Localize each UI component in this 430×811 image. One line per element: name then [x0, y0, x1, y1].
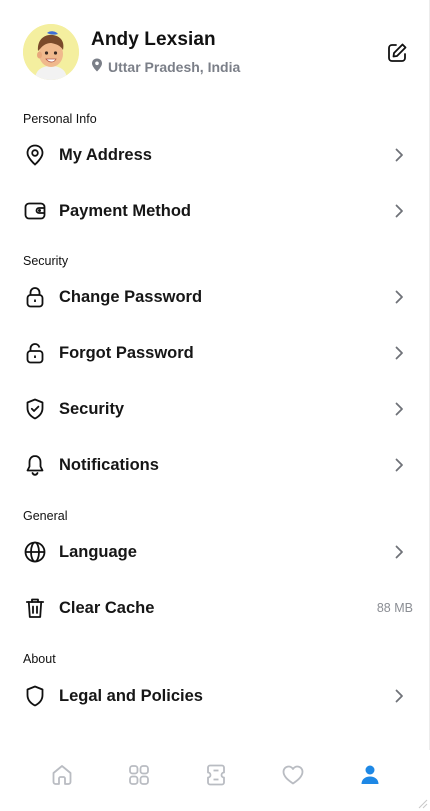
menu-item-change-password[interactable]: Change Password — [23, 277, 407, 317]
shield-check-icon — [23, 397, 47, 421]
profile-location: Uttar Pradesh, India — [91, 58, 240, 75]
section-title-about: About — [23, 652, 56, 666]
chevron-right-icon — [391, 345, 407, 361]
heart-icon — [281, 763, 305, 792]
wallet-icon — [23, 199, 47, 223]
menu-item-my-address[interactable]: My Address — [23, 135, 407, 175]
menu-item-payment-method[interactable]: Payment Method — [23, 191, 407, 231]
menu-item-label: Notifications — [59, 455, 159, 474]
tab-home[interactable] — [49, 764, 75, 790]
resize-grip-icon — [418, 799, 428, 809]
avatar[interactable] — [23, 24, 79, 80]
tab-favorites[interactable] — [280, 764, 306, 790]
edit-profile-button[interactable] — [385, 41, 409, 65]
user-icon — [358, 763, 382, 792]
bell-icon — [23, 453, 47, 477]
menu-item-label: Security — [59, 399, 125, 418]
cache-size-value: 88 MB — [376, 601, 413, 615]
section-title-personal-info: Personal Info — [23, 112, 97, 126]
chevron-right-icon — [391, 544, 407, 560]
menu-item-label: Legal and Policies — [59, 686, 203, 705]
menu-item-legal-and-policies[interactable]: Legal and Policies — [23, 676, 407, 716]
globe-icon — [23, 540, 47, 564]
menu-item-label: Clear Cache — [59, 598, 155, 617]
profile-header: Andy Lexsian Uttar Pradesh, India — [23, 24, 413, 80]
trash-icon — [23, 596, 47, 620]
menu-item-label: Forgot Password — [59, 343, 194, 362]
menu-item-language[interactable]: Language — [23, 532, 407, 572]
chevron-right-icon — [391, 457, 407, 473]
menu-item-forgot-password[interactable]: Forgot Password — [23, 333, 407, 373]
menu-item-label: Payment Method — [59, 201, 192, 220]
lock-icon — [23, 285, 47, 309]
location-pin-icon — [91, 58, 103, 75]
menu-item-security[interactable]: Security — [23, 389, 407, 429]
bottom-tab-bar — [0, 750, 430, 811]
menu-item-label: Language — [59, 542, 137, 561]
chevron-right-icon — [391, 688, 407, 704]
grid-icon — [127, 763, 151, 792]
location-pin-icon — [23, 143, 47, 167]
menu-item-clear-cache[interactable]: Clear Cache 88 MB — [23, 588, 413, 628]
home-icon — [50, 763, 74, 792]
tab-profile[interactable] — [357, 764, 383, 790]
menu-item-notifications[interactable]: Notifications — [23, 445, 407, 485]
tab-categories[interactable] — [126, 764, 152, 790]
menu-item-label: Change Password — [59, 287, 203, 306]
menu-item-label: My Address — [59, 145, 152, 164]
tab-tickets[interactable] — [203, 764, 229, 790]
profile-name: Andy Lexsian — [91, 29, 216, 50]
chevron-right-icon — [391, 401, 407, 417]
section-title-security: Security — [23, 254, 69, 268]
section-title-general: General — [23, 509, 68, 523]
ticket-icon — [204, 763, 228, 792]
chevron-right-icon — [391, 203, 407, 219]
shield-icon — [23, 684, 47, 708]
chevron-right-icon — [391, 289, 407, 305]
profile-location-text: Uttar Pradesh, India — [108, 58, 241, 75]
unlock-icon — [23, 341, 47, 365]
chevron-right-icon — [391, 147, 407, 163]
